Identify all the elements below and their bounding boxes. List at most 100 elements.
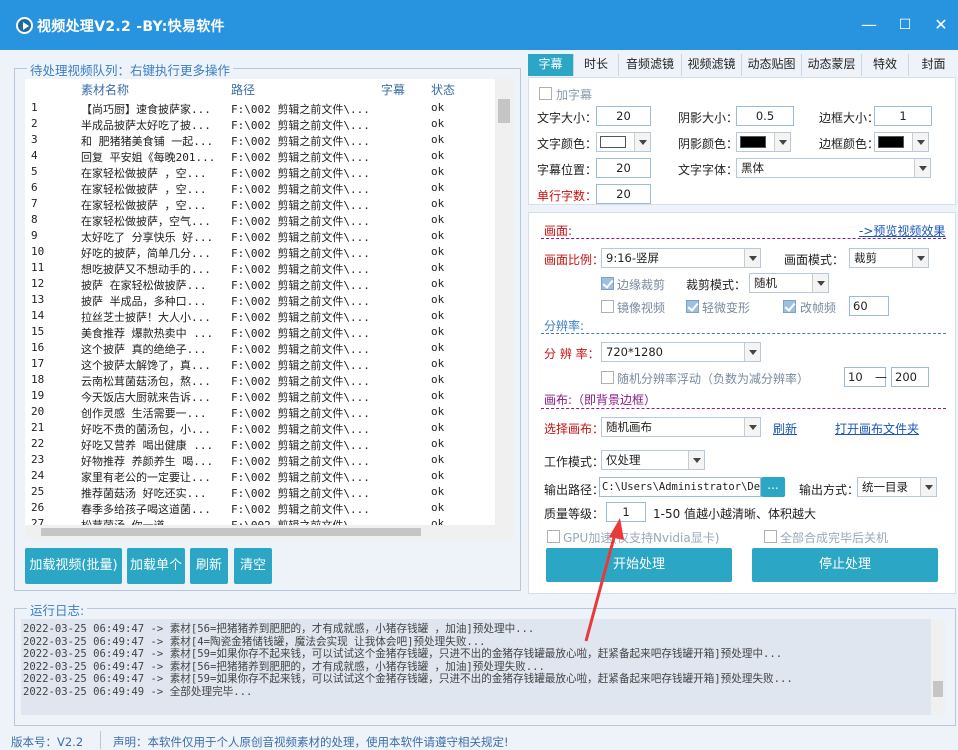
open-background-folder-link[interactable]: 打开画布文件夹	[835, 420, 919, 437]
quality-input[interactable]: 1	[606, 502, 646, 522]
chevron-down-icon[interactable]	[744, 249, 760, 267]
table-row[interactable]: 23 好物推荐 养颜养生 喝... F:\002 剪辑之前文件\... ok	[25, 452, 495, 468]
tab-effects[interactable]: 特效	[862, 54, 909, 76]
table-row[interactable]: 17 这个披萨太解馋了，真... F:\002 剪辑之前文件\... ok	[25, 356, 495, 372]
clear-button[interactable]: 清空	[234, 548, 272, 584]
work-mode-select[interactable]: 仅处理	[601, 450, 705, 470]
resolution-select[interactable]: 720*1280	[601, 342, 761, 362]
table-row[interactable]: 8 在家轻松做披萨，空气... F:\002 剪辑之前文件\... ok	[25, 212, 495, 228]
tab-dynamic-mask[interactable]: 动态蒙层	[802, 54, 862, 76]
title-bar[interactable]: 视频处理V2.2 -BY:快易软件 — ☐ ✕	[0, 0, 958, 50]
chevron-down-icon[interactable]	[688, 451, 704, 469]
table-row[interactable]: 16 这个披萨 真的绝绝子... F:\002 剪辑之前文件\... ok	[25, 340, 495, 356]
table-row[interactable]: 2 半成品披萨太好吃了披... F:\002 剪辑之前文件\... ok	[25, 116, 495, 132]
log-vscrollbar[interactable]	[931, 619, 945, 715]
table-row[interactable]: 21 好吃不贵的菌汤包，小... F:\002 剪辑之前文件\... ok	[25, 420, 495, 436]
font-color-picker[interactable]	[596, 132, 651, 152]
font-family-select[interactable]: 黑体	[736, 158, 931, 178]
table-row[interactable]: 11 想吃披萨又不想动手的... F:\002 剪辑之前文件\... ok	[25, 260, 495, 276]
table-row[interactable]: 12 披萨 在家轻松做披萨... F:\002 剪辑之前文件\... ok	[25, 276, 495, 292]
ratio-select[interactable]: 9:16-竖屏	[601, 248, 761, 268]
preview-video-link[interactable]: ->预览视频效果	[859, 222, 945, 239]
table-row[interactable]: 5 在家轻松做披萨 ，空... F:\002 剪辑之前文件\... ok	[25, 164, 495, 180]
change-fps-checkbox[interactable]	[783, 300, 796, 313]
table-row[interactable]: 24 家里有老公的一定要让... F:\002 剪辑之前文件\... ok	[25, 468, 495, 484]
table-row[interactable]: 1 【尚巧厨】速食披萨家... F:\002 剪辑之前文件\... ok	[25, 100, 495, 116]
col-status-header[interactable]: 状态	[431, 81, 455, 98]
table-row[interactable]: 9 太好吃了 分享快乐 好... F:\002 剪辑之前文件\... ok	[25, 228, 495, 244]
table-row[interactable]: 3 和 肥猪猪美食铺 一起... F:\002 剪辑之前文件\... ok	[25, 132, 495, 148]
table-row[interactable]: 4 回复 平安姐《每晚201... F:\002 剪辑之前文件\... ok	[25, 148, 495, 164]
mirror-checkbox[interactable]	[601, 300, 614, 313]
chevron-down-icon[interactable]	[744, 418, 760, 436]
chevron-down-icon[interactable]	[912, 133, 928, 151]
output-method-select[interactable]: 统一目录	[857, 477, 937, 497]
table-row[interactable]: 20 创作灵感 生活需要一... F:\002 剪辑之前文件\... ok	[25, 404, 495, 420]
table-row[interactable]: 26 春季多给孩子喝这道菌... F:\002 剪辑之前文件\... ok	[25, 500, 495, 516]
table-row[interactable]: 13 披萨 半成品，多种口... F:\002 剪辑之前文件\... ok	[25, 292, 495, 308]
queue-vscroll-thumb[interactable]	[498, 99, 510, 123]
font-size-input[interactable]: 20	[596, 106, 651, 126]
tab-video-filter[interactable]: 视频滤镜	[682, 54, 742, 76]
tab-duration[interactable]: 时长	[574, 54, 619, 76]
queue-hscrollbar[interactable]	[25, 525, 513, 539]
queue-hscroll-thumb[interactable]	[41, 528, 421, 536]
refresh-button[interactable]: 刷新	[190, 548, 228, 584]
table-row[interactable]: 10 好吃的披萨，简单几分... F:\002 剪辑之前文件\... ok	[25, 244, 495, 260]
line-chars-input[interactable]: 20	[596, 184, 651, 204]
cell-num: 24	[31, 469, 45, 482]
shadow-size-input[interactable]: 0.5	[736, 106, 794, 126]
chevron-down-icon[interactable]	[912, 249, 928, 267]
crop-mode-select[interactable]: 随机	[749, 273, 829, 293]
chevron-down-icon[interactable]	[774, 133, 790, 151]
table-row[interactable]: 6 在家轻松做披萨 ，空... F:\002 剪辑之前文件\... ok	[25, 180, 495, 196]
shutdown-checkbox[interactable]	[764, 530, 777, 543]
table-row[interactable]: 19 今天饭店大厨就来告诉... F:\002 剪辑之前文件\... ok	[25, 388, 495, 404]
queue-vscrollbar[interactable]	[495, 79, 513, 525]
refresh-background-link[interactable]: 刷新	[773, 420, 797, 437]
load-single-button[interactable]: 加载单个	[127, 548, 185, 584]
col-subtitle-header[interactable]: 字幕	[381, 81, 405, 98]
table-row[interactable]: 7 在家轻松做披萨 ，空... F:\002 剪辑之前文件\... ok	[25, 196, 495, 212]
log-box[interactable]: 2022-03-25 06:49:47 -> 素材[56=把猪猪养到肥肥的，才有…	[21, 619, 945, 715]
chevron-down-icon[interactable]	[812, 274, 828, 292]
border-size-input[interactable]: 1	[874, 106, 932, 126]
edge-crop-checkbox[interactable]	[601, 277, 614, 290]
border-color-picker[interactable]	[874, 132, 929, 152]
minimize-button[interactable]: —	[858, 14, 880, 36]
gpu-checkbox[interactable]	[547, 530, 560, 543]
output-path-input[interactable]: C:\Users\Administrator\Desktop	[599, 477, 761, 497]
add-subtitle-checkbox[interactable]	[539, 87, 552, 100]
table-row[interactable]: 14 拉丝芝士披萨！大人小... F:\002 剪辑之前文件\... ok	[25, 308, 495, 324]
tab-audio-filter[interactable]: 音频滤镜	[619, 54, 682, 76]
log-vscroll-thumb[interactable]	[933, 681, 943, 697]
table-row[interactable]: 22 好吃又营养 喝出健康 ... F:\002 剪辑之前文件\... ok	[25, 436, 495, 452]
col-name-header[interactable]: 素材名称	[81, 81, 129, 98]
stop-processing-button[interactable]: 停止处理	[752, 548, 938, 582]
chevron-down-icon[interactable]	[914, 159, 930, 177]
slight-distort-checkbox[interactable]	[686, 300, 699, 313]
subtitle-position-input[interactable]: 20	[596, 158, 651, 178]
chevron-down-icon[interactable]	[744, 343, 760, 361]
chevron-down-icon[interactable]	[920, 478, 936, 496]
table-row[interactable]: 18 云南松茸菌菇汤包，熬... F:\002 剪辑之前文件\... ok	[25, 372, 495, 388]
browse-button[interactable]: ...	[761, 477, 785, 497]
canvas-mode-select[interactable]: 裁剪	[849, 248, 929, 268]
chevron-down-icon[interactable]	[634, 133, 650, 151]
shadow-color-picker[interactable]	[736, 132, 791, 152]
tab-subtitle[interactable]: 字幕	[528, 54, 574, 76]
col-path-header[interactable]: 路径	[231, 81, 255, 98]
table-row[interactable]: 15 美食推荐 爆款热卖中 ... F:\002 剪辑之前文件\... ok	[25, 324, 495, 340]
resolution-float-max[interactable]: 200	[891, 367, 929, 387]
tab-dynamic-sticker[interactable]: 动态贴图	[742, 54, 802, 76]
maximize-button[interactable]: ☐	[894, 14, 916, 36]
queue-table[interactable]: 素材名称 路径 字幕 状态 1 【尚巧厨】速食披萨家... F:\002 剪辑之前文…	[25, 79, 513, 539]
random-resolution-checkbox[interactable]	[601, 371, 614, 384]
load-batch-button[interactable]: 加载视频(批量)	[25, 548, 122, 584]
tab-cover[interactable]: 封面	[909, 54, 958, 76]
table-row[interactable]: 25 推荐菌菇汤 好吃还实... F:\002 剪辑之前文件\... ok	[25, 484, 495, 500]
background-select[interactable]: 随机画布	[601, 417, 761, 437]
close-button[interactable]: ✕	[930, 14, 952, 36]
fps-input[interactable]: 60	[849, 296, 889, 316]
start-processing-button[interactable]: 开始处理	[546, 548, 732, 582]
